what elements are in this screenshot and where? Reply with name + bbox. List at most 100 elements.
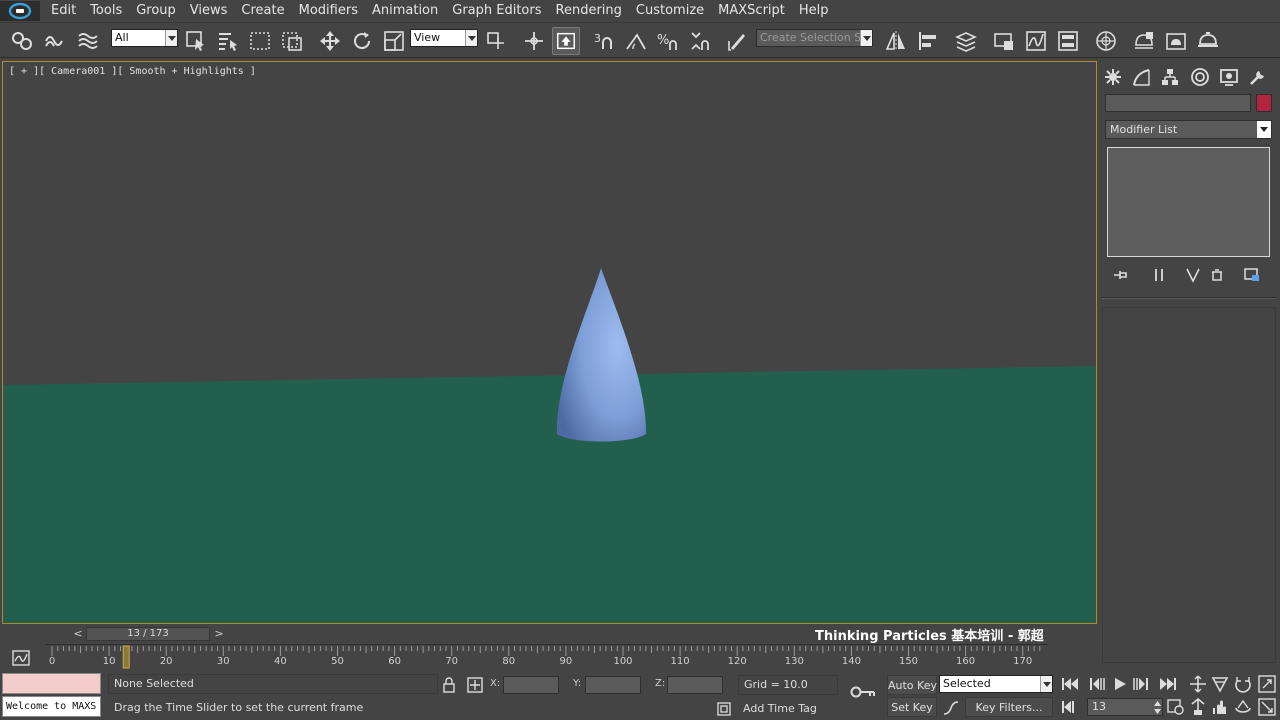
key-mode-toggle-icon[interactable]	[1059, 697, 1081, 717]
menu-customize[interactable]: Customize	[629, 0, 711, 22]
select-object-icon[interactable]	[182, 27, 210, 55]
bind-to-space-warp-icon[interactable]	[74, 27, 102, 55]
time-slider-next[interactable]: >	[211, 626, 227, 642]
time-slider-track[interactable]: 13 / 173	[86, 627, 210, 641]
application-button[interactable]	[0, 1, 40, 21]
menu-edit[interactable]: Edit	[44, 0, 83, 22]
curve-editor-icon[interactable]	[1022, 27, 1050, 55]
main-toolbar: All View 3 % Create Selection Set	[0, 22, 1280, 58]
menu-group[interactable]: Group	[129, 0, 183, 22]
maxscript-mini-listener[interactable]	[2, 673, 101, 694]
z-coordinate-field[interactable]	[667, 676, 723, 694]
window-crossing-icon[interactable]	[278, 27, 306, 55]
unlink-selection-icon[interactable]	[40, 27, 68, 55]
orbit-camera-icon[interactable]	[1232, 674, 1254, 694]
manage-layers-icon[interactable]	[952, 27, 980, 55]
play-animation-icon[interactable]	[1109, 674, 1131, 694]
menu-animation[interactable]: Animation	[365, 0, 445, 22]
modifier-list-dropdown[interactable]: Modifier List	[1105, 120, 1272, 139]
maxscript-listener-output[interactable]: Welcome to MAXS	[2, 696, 101, 717]
time-tag-icon[interactable]	[714, 699, 734, 719]
menu-help[interactable]: Help	[792, 0, 836, 22]
graphite-modeling-tools-icon[interactable]	[990, 27, 1018, 55]
select-and-rotate-icon[interactable]	[348, 27, 376, 55]
selection-filter-dropdown[interactable]: All	[111, 29, 178, 47]
modify-tab-icon[interactable]	[1129, 65, 1153, 89]
modifier-stack-list[interactable]	[1107, 147, 1270, 257]
key-mode-dropdown[interactable]: Selected	[939, 675, 1053, 693]
lock-icon[interactable]	[439, 675, 459, 695]
default-in-out-tangents-icon[interactable]	[941, 698, 961, 718]
hierarchy-tab-icon[interactable]	[1158, 65, 1182, 89]
menu-rendering[interactable]: Rendering	[549, 0, 629, 22]
object-name-field[interactable]	[1105, 94, 1251, 112]
select-and-manipulate-icon[interactable]	[520, 27, 548, 55]
x-coordinate-field[interactable]	[503, 676, 559, 694]
add-time-tag-button[interactable]: Add Time Tag	[738, 699, 838, 718]
render-production-icon[interactable]	[1194, 27, 1222, 55]
mini-curve-editor-icon[interactable]	[10, 648, 32, 668]
viewport-label[interactable]: [ + ][ Camera001 ][ Smooth + Highlights …	[9, 66, 256, 77]
spinner-arrows-icon[interactable]	[1153, 699, 1162, 715]
spinner-snap-toggle-icon[interactable]	[686, 27, 714, 55]
schematic-view-icon[interactable]	[1054, 27, 1082, 55]
snaps-toggle-icon[interactable]: 3	[590, 27, 618, 55]
reference-coordinate-dropdown[interactable]: View	[410, 29, 478, 47]
key-filters-button[interactable]: Key Filters...	[965, 697, 1053, 717]
display-tab-icon[interactable]	[1217, 65, 1241, 89]
motion-tab-icon[interactable]	[1188, 65, 1212, 89]
track-bar-ruler[interactable]: 0 10 20 30 40 50 60 70 80 90 100 110 120 130 140 150 160…	[45, 644, 1048, 672]
menu-views[interactable]: Views	[183, 0, 235, 22]
pivot-point-center-icon[interactable]	[482, 27, 510, 55]
object-color-swatch[interactable]	[1256, 94, 1272, 112]
auto-key-button[interactable]: Auto Key	[887, 675, 937, 695]
pan-view-icon[interactable]	[1209, 697, 1231, 717]
menu-tools[interactable]: Tools	[83, 0, 129, 22]
set-keys-icon[interactable]	[849, 682, 877, 702]
go-to-start-icon[interactable]	[1059, 674, 1081, 694]
zoom-icon[interactable]	[1187, 674, 1209, 694]
select-and-move-icon[interactable]	[316, 27, 344, 55]
time-configuration-icon[interactable]	[1165, 697, 1187, 717]
menu-create[interactable]: Create	[234, 0, 291, 22]
mirror-icon[interactable]	[882, 27, 910, 55]
render-setup-icon[interactable]	[1130, 27, 1158, 55]
previous-frame-icon[interactable]	[1085, 674, 1107, 694]
edit-named-selection-sets-icon[interactable]	[724, 27, 752, 55]
field-of-view-icon[interactable]	[1209, 674, 1231, 694]
percent-snap-toggle-icon[interactable]: %	[654, 27, 682, 55]
make-unique-icon[interactable]	[1182, 264, 1204, 286]
remove-modifier-icon[interactable]	[1206, 264, 1228, 286]
select-by-name-icon[interactable]	[214, 27, 242, 55]
maximize-viewport-toggle-icon[interactable]	[1256, 697, 1278, 717]
set-key-button[interactable]: Set Key	[887, 697, 937, 717]
named-selection-set-dropdown[interactable]: Create Selection Set	[756, 29, 873, 47]
rendered-frame-window-icon[interactable]	[1162, 27, 1190, 55]
menu-graph-editors[interactable]: Graph Editors	[445, 0, 548, 22]
select-and-scale-icon[interactable]	[380, 27, 408, 55]
menu-maxscript[interactable]: MAXScript	[711, 0, 792, 22]
pin-stack-icon[interactable]	[1110, 264, 1132, 286]
utilities-tab-icon[interactable]	[1246, 65, 1270, 89]
next-frame-icon[interactable]	[1131, 674, 1153, 694]
time-slider-previous[interactable]: <	[70, 626, 86, 642]
align-icon[interactable]	[914, 27, 942, 55]
maximize-viewport-icon[interactable]	[1256, 674, 1278, 694]
current-frame-spinner[interactable]: 13	[1087, 698, 1163, 716]
dolly-camera-icon[interactable]	[1187, 697, 1209, 717]
camera-viewport[interactable]: [ + ][ Camera001 ][ Smooth + Highlights …	[2, 61, 1097, 624]
material-editor-icon[interactable]	[1092, 27, 1120, 55]
absolute-transform-icon[interactable]	[465, 675, 485, 695]
configure-modifier-sets-icon[interactable]	[1241, 264, 1263, 286]
y-coordinate-field[interactable]	[585, 676, 641, 694]
select-and-link-icon[interactable]	[8, 27, 36, 55]
keyboard-shortcut-override-icon[interactable]	[552, 27, 580, 55]
create-tab-icon[interactable]	[1101, 65, 1125, 89]
go-to-end-icon[interactable]	[1157, 674, 1179, 694]
rectangular-selection-region-icon[interactable]	[246, 27, 274, 55]
roll-camera-icon[interactable]	[1232, 697, 1254, 717]
menu-modifiers[interactable]: Modifiers	[292, 0, 365, 22]
time-slider-label[interactable]: 13 / 173	[87, 628, 209, 640]
show-end-result-icon[interactable]	[1148, 264, 1170, 286]
angle-snap-toggle-icon[interactable]	[622, 27, 650, 55]
